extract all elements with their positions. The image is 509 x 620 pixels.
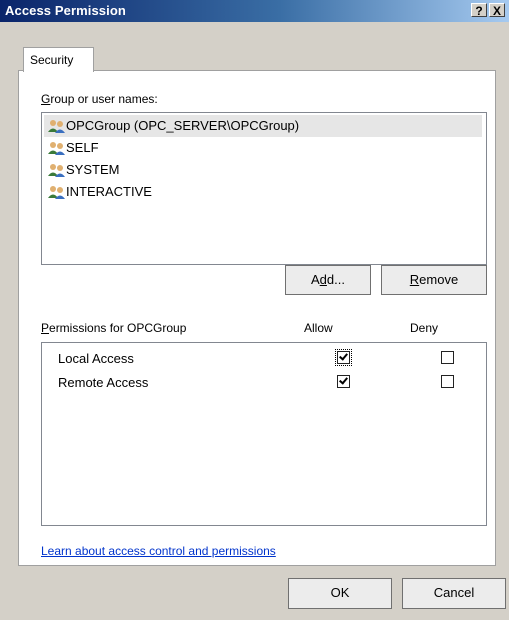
ok-button[interactable]: OK <box>288 578 392 609</box>
group-user-list[interactable]: OPCGroup (OPC_SERVER\OPCGroup) SELF SYST… <box>41 112 487 265</box>
local-access-deny-checkbox[interactable] <box>441 351 454 364</box>
table-row: Local Access <box>42 346 482 370</box>
window-title: Access Permission <box>5 3 126 18</box>
list-item[interactable]: SELF <box>44 137 482 159</box>
permissions-label: Permissions for OPCGroup <box>41 321 187 335</box>
user-name: SYSTEM <box>66 162 120 177</box>
add-button[interactable]: Add... <box>285 265 371 295</box>
users-group-icon <box>48 142 65 155</box>
cancel-button[interactable]: Cancel <box>402 578 506 609</box>
users-group-icon <box>48 186 65 199</box>
allow-header: Allow <box>304 321 333 335</box>
permissions-list: Local Access Remote Access <box>41 342 487 526</box>
permission-name: Local Access <box>58 351 134 366</box>
table-row: Remote Access <box>42 370 482 394</box>
tab-security-label: Security <box>30 53 74 67</box>
deny-header: Deny <box>410 321 439 335</box>
user-name: SELF <box>66 140 99 155</box>
list-item[interactable]: SYSTEM <box>44 159 482 181</box>
mnemonic-g: G <box>41 92 51 106</box>
local-access-allow-checkbox[interactable] <box>335 349 352 366</box>
remove-button[interactable]: Remove <box>381 265 487 295</box>
help-button[interactable]: ? <box>471 3 487 18</box>
access-permission-dialog: Access Permission ? X Security Group or … <box>0 0 509 620</box>
list-item[interactable]: OPCGroup (OPC_SERVER\OPCGroup) <box>44 115 482 137</box>
users-group-icon <box>48 164 65 177</box>
security-tab-panel: Group or user names: OPCGroup (OPC_SERVE… <box>18 70 496 566</box>
learn-more-link[interactable]: Learn about access control and permissio… <box>41 544 276 558</box>
remote-access-allow-checkbox[interactable] <box>337 375 350 388</box>
close-button[interactable]: X <box>489 3 505 18</box>
permission-name: Remote Access <box>58 375 149 390</box>
list-item[interactable]: INTERACTIVE <box>44 181 482 203</box>
group-or-user-names-label: Group or user names: <box>41 92 158 106</box>
title-bar[interactable]: Access Permission ? X <box>0 0 509 22</box>
remote-access-deny-checkbox[interactable] <box>441 375 454 388</box>
user-name: OPCGroup (OPC_SERVER\OPCGroup) <box>66 118 300 133</box>
user-name: INTERACTIVE <box>66 184 152 199</box>
users-group-icon <box>48 120 65 133</box>
tab-security[interactable]: Security <box>23 47 94 72</box>
